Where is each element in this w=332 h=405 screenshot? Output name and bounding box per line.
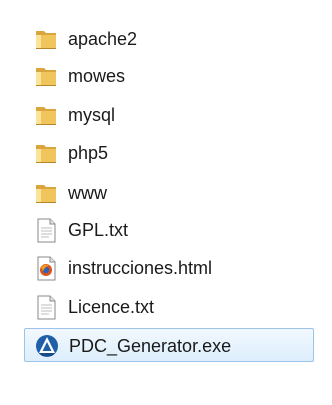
folder-icon [32,179,60,207]
exe-app-icon [33,332,61,360]
folder-icon [32,101,60,129]
file-name: mowes [68,66,126,86]
file-item-instrucciones-html[interactable]: instrucciones.html [24,251,314,285]
file-name: apache2 [68,29,138,49]
file-list: apache2 mowes mysql php5 www GPL.txt ins… [0,0,332,405]
folder-icon [32,139,60,167]
file-item-licence-txt[interactable]: Licence.txt [24,290,314,324]
file-name: instrucciones.html [68,258,213,278]
file-item-gpl-txt[interactable]: GPL.txt [24,213,314,247]
file-item-php5[interactable]: php5 [24,136,314,170]
file-name: mysql [68,105,116,125]
text-file-icon [32,216,60,244]
file-name: php5 [68,143,109,163]
file-name: PDC_Generator.exe [69,336,232,356]
file-item-mowes[interactable]: mowes [24,59,314,93]
html-file-icon [32,254,60,282]
file-item-mysql[interactable]: mysql [24,98,314,132]
file-name: Licence.txt [68,297,155,317]
folder-icon [32,25,60,53]
file-name: www [68,183,107,203]
text-file-icon [32,293,60,321]
file-name: GPL.txt [68,220,129,240]
folder-icon [32,62,60,90]
file-item-pdc-generator-exe[interactable]: PDC_Generator.exe [24,328,314,362]
file-item-apache2[interactable]: apache2 [24,22,314,56]
file-item-www[interactable]: www [24,176,314,210]
